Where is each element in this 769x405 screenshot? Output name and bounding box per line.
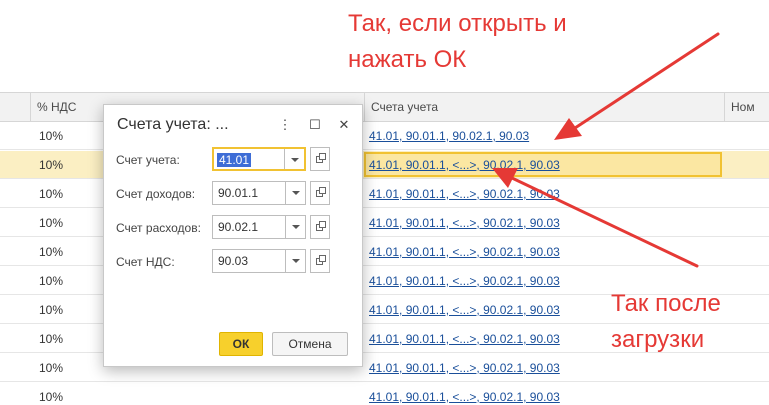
account-value: 41.01: [217, 153, 252, 167]
vat-cell: 10%: [39, 129, 64, 143]
open-icon[interactable]: [310, 215, 330, 239]
close-icon[interactable]: ✕: [335, 116, 353, 134]
ok-button[interactable]: ОК: [219, 332, 263, 356]
account-field[interactable]: 41.01: [212, 147, 306, 171]
vat-cell: 10%: [39, 245, 64, 259]
chevron-down-icon[interactable]: [284, 149, 304, 169]
vat-cell: 10%: [39, 361, 64, 375]
income-account-field[interactable]: 90.01.1: [212, 181, 306, 205]
annotation-bottom-line2: загрузки: [611, 326, 705, 353]
more-icon[interactable]: ⋮: [276, 116, 294, 134]
open-icon[interactable]: [310, 147, 330, 171]
table-row[interactable]: 10% 41.01, 90.01.1, <...>, 90.02.1, 90.0…: [0, 383, 769, 405]
cancel-button[interactable]: Отмена: [272, 332, 348, 356]
accounts-link[interactable]: 41.01, 90.01.1, 90.02.1, 90.03: [369, 122, 529, 150]
income-account-label: Счет доходов:: [116, 187, 196, 201]
income-account-value: 90.01.1: [218, 186, 259, 200]
column-header-next[interactable]: Ном: [724, 93, 769, 121]
vat-account-field[interactable]: 90.03: [212, 249, 306, 273]
maximize-icon[interactable]: ☐: [306, 116, 324, 134]
vat-cell: 10%: [39, 303, 64, 317]
accounts-link[interactable]: 41.01, 90.01.1, <...>, 90.02.1, 90.03: [369, 383, 560, 405]
vat-cell: 10%: [39, 332, 64, 346]
account-label: Счет учета:: [116, 153, 180, 167]
chevron-down-icon[interactable]: [285, 182, 305, 204]
chevron-down-icon[interactable]: [285, 250, 305, 272]
accounts-dialog: Счета учета: ... ⋮ ☐ ✕ Счет учета: 41.01…: [103, 104, 363, 367]
vat-cell: 10%: [39, 274, 64, 288]
accounts-link[interactable]: 41.01, 90.01.1, <...>, 90.02.1, 90.03: [369, 296, 560, 324]
accounts-link[interactable]: 41.01, 90.01.1, <...>, 90.02.1, 90.03: [369, 267, 560, 295]
annotation-bottom-line1: Так после: [611, 290, 721, 317]
vat-account-label: Счет НДС:: [116, 255, 175, 269]
accounts-link[interactable]: 41.01, 90.01.1, <...>, 90.02.1, 90.03: [369, 238, 560, 266]
vat-cell: 10%: [39, 390, 64, 404]
chevron-down-icon[interactable]: [285, 216, 305, 238]
dialog-title: Счета учета: ...: [117, 116, 229, 133]
column-header-accounts[interactable]: Счета учета: [364, 93, 724, 121]
accounts-link[interactable]: 41.01, 90.01.1, <...>, 90.02.1, 90.03: [369, 180, 560, 208]
accounts-link[interactable]: 41.01, 90.01.1, <...>, 90.02.1, 90.03: [369, 209, 560, 237]
vat-cell: 10%: [39, 216, 64, 230]
vat-cell: 10%: [39, 158, 64, 172]
accounts-link[interactable]: 41.01, 90.01.1, <...>, 90.02.1, 90.03: [369, 354, 560, 382]
open-icon[interactable]: [310, 249, 330, 273]
expense-account-field[interactable]: 90.02.1: [212, 215, 306, 239]
open-icon[interactable]: [310, 181, 330, 205]
annotation-top-line2: нажать ОК: [348, 46, 467, 73]
accounts-link[interactable]: 41.01, 90.01.1, <...>, 90.02.1, 90.03: [369, 151, 560, 179]
expense-account-label: Счет расходов:: [116, 221, 201, 235]
vat-cell: 10%: [39, 187, 64, 201]
expense-account-value: 90.02.1: [218, 220, 259, 234]
annotation-top-line1: Так, если открыть и: [348, 10, 567, 37]
accounts-link[interactable]: 41.01, 90.01.1, <...>, 90.02.1, 90.03: [369, 325, 560, 353]
vat-account-value: 90.03: [218, 254, 249, 268]
